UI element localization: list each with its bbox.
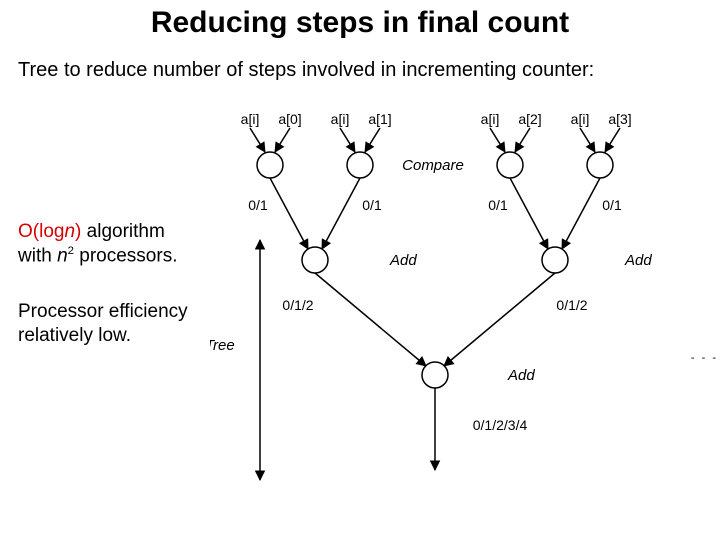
algo-word: algorithm: [81, 221, 164, 242]
bigO-open: O(log: [18, 221, 64, 242]
efficiency-note: Processor efficiency relatively low.: [18, 300, 218, 348]
labels-012: 0/1/2 0/1/2: [282, 297, 587, 313]
eff-line2: relatively low.: [18, 325, 131, 346]
svg-text:0/1: 0/1: [488, 197, 508, 213]
lbl-01234: 0/1/2/3/4: [473, 417, 528, 433]
lbl-compare: Compare: [402, 157, 464, 174]
svg-text:0/1: 0/1: [248, 197, 268, 213]
n-var: n: [57, 245, 68, 266]
add-nodes-1: [302, 247, 568, 273]
lbl-a2: a[2]: [518, 111, 541, 127]
svg-text:0/1: 0/1: [362, 197, 382, 213]
lbl-a3: a[3]: [608, 111, 631, 127]
lbl-ai-1: a[i]: [331, 111, 350, 127]
slide-subtitle: Tree to reduce number of steps involved …: [18, 58, 618, 83]
add-node-final: [422, 362, 448, 388]
input-arrows: [250, 128, 620, 152]
eff-line1: Processor efficiency: [18, 301, 188, 322]
complexity-note: O(logn) algorithm with n2 processors.: [18, 220, 218, 268]
lbl-add-1: Add: [389, 252, 417, 269]
svg-text:0/1: 0/1: [602, 197, 622, 213]
lbl-ai-3: a[i]: [571, 111, 590, 127]
lbl-add-3: Add: [507, 367, 535, 384]
top-labels: a[i] a[0] a[i] a[1] a[i] a[2] a[i] a[3]: [241, 111, 632, 127]
lbl-a1: a[1]: [368, 111, 391, 127]
svg-text:0/1/2: 0/1/2: [556, 297, 587, 313]
with-word: with: [18, 245, 57, 266]
lbl-add-2: Add: [624, 252, 652, 269]
lbl-a0: a[0]: [278, 111, 301, 127]
arrows-l2: [315, 273, 555, 366]
arrows-l1: [270, 178, 600, 249]
lbl-tree: Tree: [210, 337, 235, 354]
labels-01: 0/1 0/1 0/1 0/1: [248, 197, 622, 213]
slide-title: Reducing steps in final count: [0, 6, 720, 40]
lbl-ai-2: a[i]: [481, 111, 500, 127]
svg-text:0/1/2: 0/1/2: [282, 297, 313, 313]
proc-word: processors.: [74, 245, 177, 266]
tree-diagram: a[i] a[0] a[i] a[1] a[i] a[2] a[i] a[3]: [210, 110, 720, 530]
bigO-n: n: [64, 221, 75, 242]
lbl-ai-0: a[i]: [241, 111, 260, 127]
